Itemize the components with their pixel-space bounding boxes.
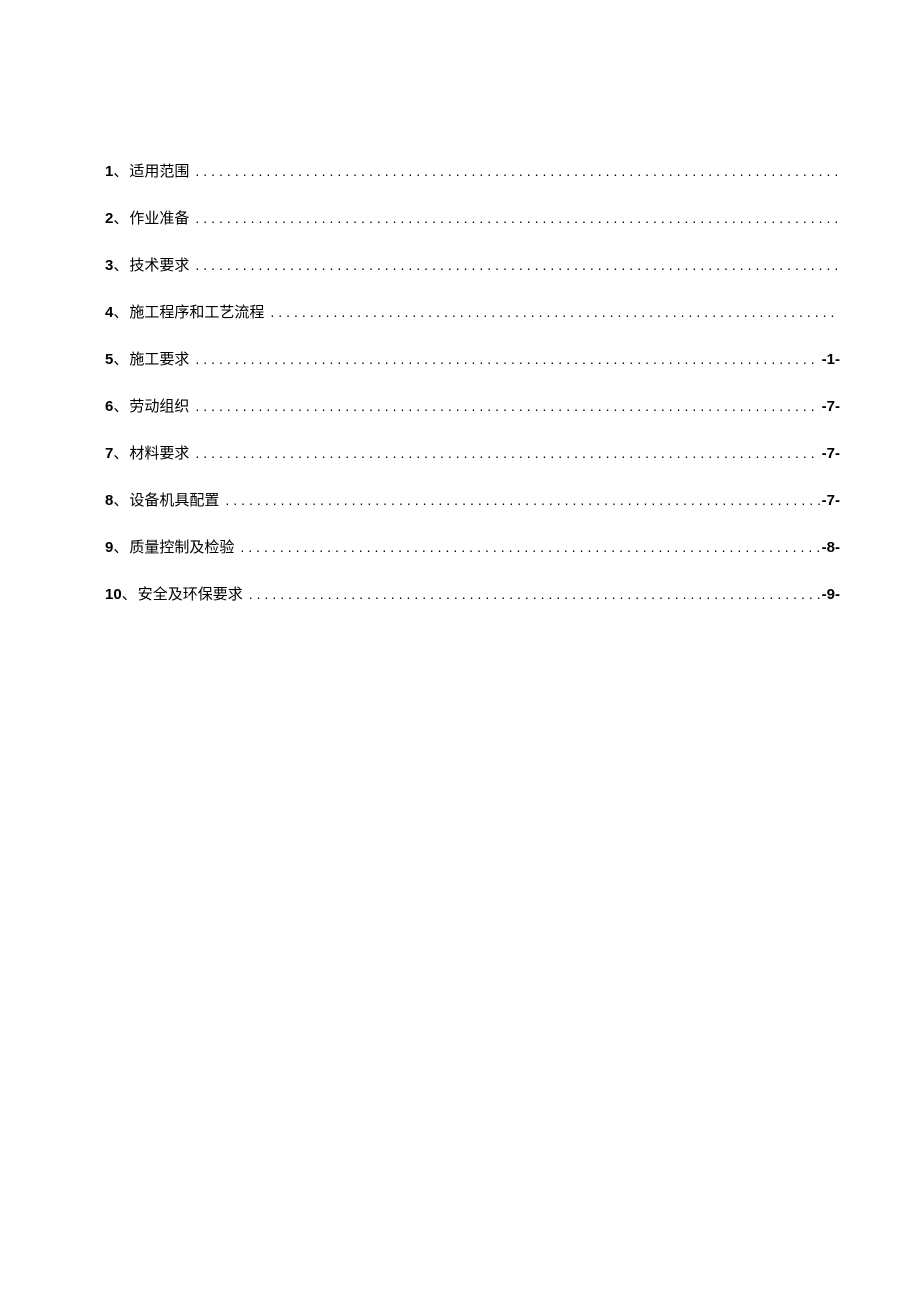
toc-title: 设备机具配置: [129, 489, 219, 510]
toc-leader-dots: [249, 586, 820, 602]
toc-number: 5: [105, 351, 113, 368]
toc-separator: 、: [113, 301, 128, 322]
toc-title: 材料要求: [129, 442, 189, 463]
toc-entry: 6 、 劳动组织 -7-: [105, 395, 840, 416]
toc-leader-dots: [240, 539, 819, 555]
toc-entry: 8 、 设备机具配置 -7-: [105, 489, 840, 510]
table-of-contents: 1 、 适用范围 2 、 作业准备 3 、 技术要求 4 、 施工程序和工艺流程…: [105, 160, 840, 604]
toc-leader-dots: [195, 445, 819, 461]
toc-entry: 2 、 作业准备: [105, 207, 840, 228]
toc-title: 施工要求: [129, 348, 189, 369]
toc-title: 作业准备: [129, 207, 189, 228]
toc-title: 施工程序和工艺流程: [129, 301, 264, 322]
toc-separator: 、: [113, 348, 128, 369]
toc-entry: 5 、 施工要求 -1-: [105, 348, 840, 369]
toc-title: 适用范围: [129, 160, 189, 181]
toc-leader-dots: [225, 492, 819, 508]
toc-entry: 3 、 技术要求: [105, 254, 840, 275]
toc-separator: 、: [113, 442, 128, 463]
toc-title: 劳动组织: [129, 395, 189, 416]
toc-number: 1: [105, 163, 113, 180]
toc-separator: 、: [113, 254, 128, 275]
toc-page: -1-: [822, 351, 840, 368]
toc-separator: 、: [122, 583, 137, 604]
toc-page: -7-: [822, 492, 840, 509]
toc-entry: 7 、 材料要求 -7-: [105, 442, 840, 463]
toc-number: 8: [105, 492, 113, 509]
toc-page: -9-: [822, 586, 840, 603]
toc-number: 10: [105, 586, 122, 603]
toc-entry: 1 、 适用范围: [105, 160, 840, 181]
toc-separator: 、: [113, 160, 128, 181]
toc-title: 安全及环保要求: [138, 583, 243, 604]
toc-separator: 、: [113, 207, 128, 228]
toc-separator: 、: [113, 536, 128, 557]
toc-leader-dots: [195, 351, 819, 367]
toc-number: 9: [105, 539, 113, 556]
toc-entry: 4 、 施工程序和工艺流程: [105, 301, 840, 322]
toc-leader-dots: [195, 398, 819, 414]
toc-page: -7-: [822, 445, 840, 462]
toc-entry: 9 、 质量控制及检验 -8-: [105, 536, 840, 557]
toc-page: -8-: [822, 539, 840, 556]
toc-number: 2: [105, 210, 113, 227]
toc-number: 6: [105, 398, 113, 415]
toc-separator: 、: [113, 489, 128, 510]
toc-number: 7: [105, 445, 113, 462]
toc-title: 质量控制及检验: [129, 536, 234, 557]
toc-number: 4: [105, 304, 113, 321]
toc-leader-dots: [270, 304, 838, 320]
toc-page: -7-: [822, 398, 840, 415]
toc-number: 3: [105, 257, 113, 274]
toc-title: 技术要求: [129, 254, 189, 275]
toc-leader-dots: [195, 257, 838, 273]
toc-entry: 10 、 安全及环保要求 -9-: [105, 583, 840, 604]
toc-leader-dots: [195, 210, 838, 226]
toc-leader-dots: [195, 163, 838, 179]
toc-separator: 、: [113, 395, 128, 416]
